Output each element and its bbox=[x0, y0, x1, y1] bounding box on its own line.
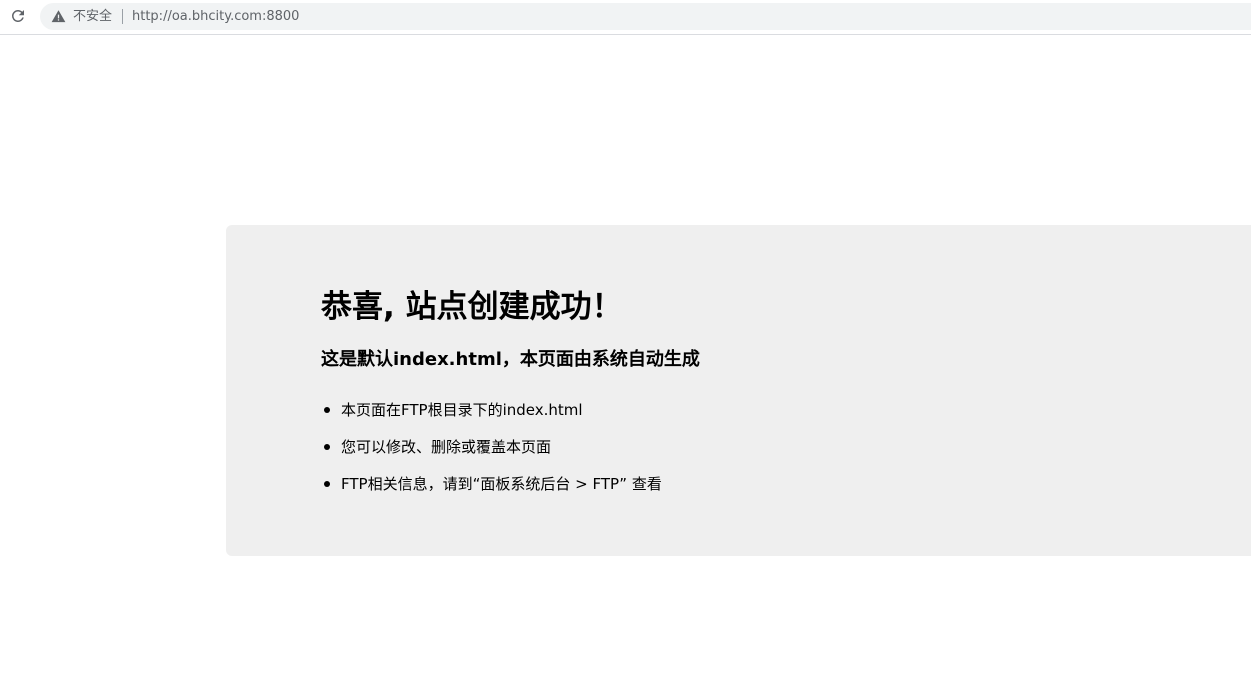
bullet-icon bbox=[324, 407, 330, 413]
list-item: 本页面在FTP根目录下的index.html bbox=[321, 398, 662, 435]
security-status-label[interactable]: 不安全 bbox=[73, 8, 112, 25]
list-item-text: FTP相关信息，请到“面板系统后台 > FTP” 查看 bbox=[341, 475, 662, 493]
list-item: FTP相关信息，请到“面板系统后台 > FTP” 查看 bbox=[321, 472, 662, 509]
content-panel: 恭喜, 站点创建成功！ 这是默认index.html，本页面由系统自动生成 本页… bbox=[226, 225, 1251, 556]
list-item: 您可以修改、删除或覆盖本页面 bbox=[321, 435, 662, 472]
bullet-icon bbox=[324, 444, 330, 450]
warning-icon[interactable] bbox=[51, 9, 66, 24]
info-list: 本页面在FTP根目录下的index.html 您可以修改、删除或覆盖本页面 FT… bbox=[321, 398, 662, 509]
browser-toolbar: 不安全 http://oa.bhcity.com:8800 bbox=[0, 0, 1251, 35]
bullet-icon bbox=[324, 481, 330, 487]
page-title: 恭喜, 站点创建成功！ bbox=[321, 289, 623, 325]
address-bar[interactable]: 不安全 http://oa.bhcity.com:8800 bbox=[40, 3, 1251, 30]
url-text[interactable]: http://oa.bhcity.com:8800 bbox=[132, 8, 299, 25]
page-subtitle: 这是默认index.html，本页面由系统自动生成 bbox=[321, 349, 700, 370]
list-item-text: 您可以修改、删除或覆盖本页面 bbox=[341, 438, 552, 456]
list-item-text: 本页面在FTP根目录下的index.html bbox=[341, 401, 583, 419]
address-divider bbox=[122, 9, 123, 24]
reload-icon[interactable] bbox=[8, 6, 28, 26]
